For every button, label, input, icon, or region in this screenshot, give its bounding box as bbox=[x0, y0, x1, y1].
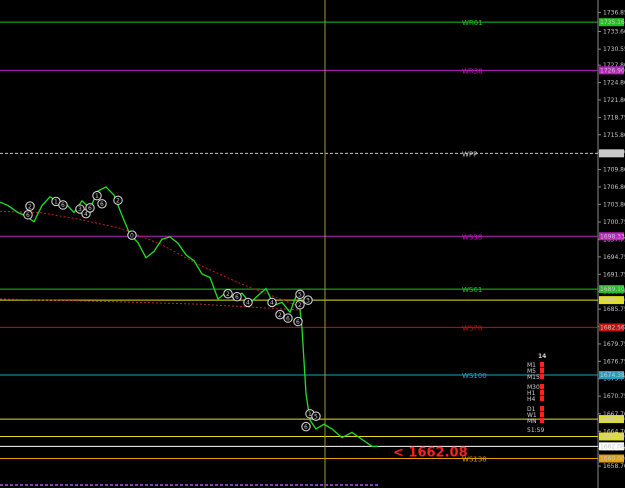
y-tick-label: 1700.75 bbox=[603, 219, 625, 226]
y-tick-label: 1733.60 bbox=[603, 28, 625, 35]
signal-marker-number: 6 bbox=[26, 212, 30, 219]
signal-marker-number: 6 bbox=[296, 319, 300, 326]
y-tick-label: 1736.85 bbox=[603, 10, 625, 17]
signal-marker-number: 1 bbox=[54, 199, 58, 206]
y-tick-label: 1691.75 bbox=[603, 271, 625, 278]
y-tick-label: 1658.70 bbox=[603, 463, 625, 470]
timeframe-status-box bbox=[540, 406, 544, 411]
signal-marker-number: 6 bbox=[61, 202, 65, 209]
y-tick-label: 1694.75 bbox=[603, 254, 625, 261]
signal-marker-number: 6 bbox=[100, 201, 104, 208]
signal-marker-number: 4 bbox=[270, 300, 274, 307]
timeframe-status-box bbox=[540, 368, 544, 373]
signal-marker-number: 3 bbox=[78, 206, 82, 213]
timeframe-status-box bbox=[540, 384, 544, 389]
level-price-tag-text: 1698.33 bbox=[600, 233, 625, 240]
timeframe-count: 14 bbox=[538, 353, 546, 360]
signal-marker-number: 2 bbox=[298, 302, 302, 309]
signal-marker-number: 2 bbox=[116, 198, 120, 205]
level-label-wr61: WR61 bbox=[462, 19, 483, 27]
signal-marker-number: 3 bbox=[306, 297, 310, 304]
timeframe-status-box bbox=[540, 362, 544, 367]
y-tick-label: 1670.75 bbox=[603, 393, 625, 400]
extra-line-tag-text: 1689.10 bbox=[600, 297, 625, 304]
signal-marker-number: 2 bbox=[226, 291, 230, 298]
timeframe-status-box bbox=[540, 396, 544, 401]
timeframe-status-box bbox=[540, 412, 544, 417]
signal-marker-number: 6 bbox=[88, 205, 92, 212]
y-tick-label: 1724.80 bbox=[603, 80, 625, 87]
level-price-tag-text: 1712.61 bbox=[600, 150, 625, 157]
level-price-tag-text: 1726.90 bbox=[600, 67, 625, 74]
extra-line-tag-text: 1663.79 bbox=[600, 433, 625, 440]
level-label-wpp: WPP bbox=[462, 150, 477, 158]
level-price-tag-text: 1682.56 bbox=[600, 324, 625, 331]
signal-marker-number: 0 bbox=[130, 232, 134, 239]
level-label-ws38: WS38 bbox=[462, 233, 482, 241]
signal-marker-number: 2 bbox=[278, 312, 282, 319]
timeframe-status-box bbox=[540, 390, 544, 395]
signal-marker-number: 5 bbox=[298, 292, 302, 299]
level-label-ws100: WS100 bbox=[462, 372, 487, 380]
timeframe-status-box bbox=[540, 418, 544, 423]
signal-marker-number: 4 bbox=[246, 300, 250, 307]
level-label-wr38: WR38 bbox=[462, 67, 483, 75]
level-label-ws61: WS61 bbox=[462, 286, 482, 294]
y-tick-label: 1679.75 bbox=[603, 341, 625, 348]
level-price-tag-text: 1674.38 bbox=[600, 372, 625, 379]
extra-line-tag-text: 1662.08 bbox=[600, 443, 625, 450]
extra-line-tag-text: 1666.80 bbox=[600, 416, 625, 423]
y-tick-label: 1676.75 bbox=[603, 358, 625, 365]
price-series-line bbox=[0, 186, 378, 447]
y-tick-label: 1718.75 bbox=[603, 115, 625, 122]
y-tick-label: 1715.80 bbox=[603, 132, 625, 139]
y-tick-label: 1730.55 bbox=[603, 46, 625, 53]
signal-marker-number: 1 bbox=[95, 193, 99, 200]
signal-marker-number: 6 bbox=[235, 294, 239, 301]
timeframe-label-m15: M15 bbox=[527, 374, 540, 381]
bar-countdown: 51:59 bbox=[527, 427, 544, 434]
level-label-ws78: WS78 bbox=[462, 324, 482, 332]
level-price-tag-text: 1735.16 bbox=[600, 19, 625, 26]
y-tick-label: 1703.80 bbox=[603, 201, 625, 208]
signal-marker-number: 5 bbox=[314, 413, 318, 420]
signal-marker-number: 2 bbox=[28, 203, 32, 210]
timeframe-label-mn: MN bbox=[527, 418, 537, 425]
chart-window: 1736.851733.601730.551727.801724.801721.… bbox=[0, 0, 625, 488]
timeframe-label-h4: H4 bbox=[527, 396, 536, 403]
current-price-label: < 1662.08 bbox=[393, 445, 468, 460]
level-price-tag-text: 1689.10 bbox=[600, 286, 625, 293]
signal-marker-number: 6 bbox=[286, 315, 290, 322]
ma-series bbox=[0, 210, 301, 307]
y-tick-label: 1706.80 bbox=[603, 184, 625, 191]
y-tick-label: 1721.80 bbox=[603, 97, 625, 104]
signal-marker-number: 6 bbox=[304, 424, 308, 431]
timeframe-status-box bbox=[540, 374, 544, 379]
y-tick-label: 1709.80 bbox=[603, 167, 625, 174]
y-tick-label: 1685.75 bbox=[603, 306, 625, 313]
price-chart[interactable]: 1736.851733.601730.551727.801724.801721.… bbox=[0, 0, 625, 488]
level-price-tag-text: 1660.00 bbox=[600, 456, 625, 463]
